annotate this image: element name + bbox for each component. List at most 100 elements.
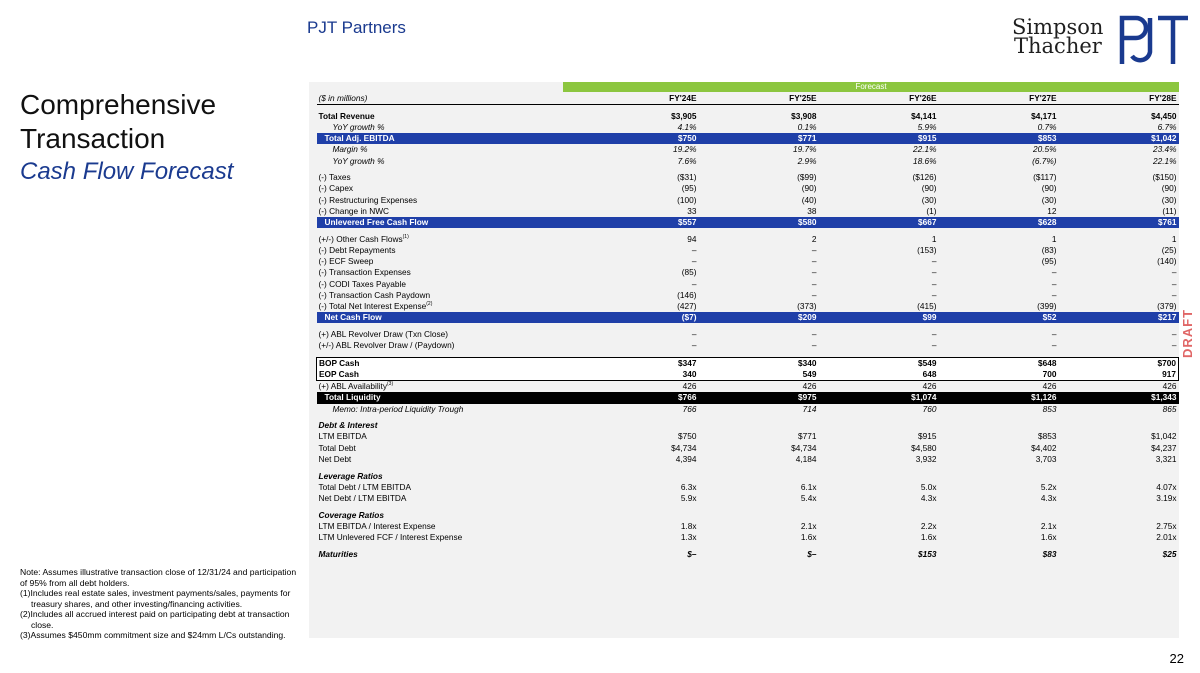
row-label-text: (+/-) Other Cash Flows <box>318 233 403 244</box>
row-label: (-) Capex <box>317 183 579 194</box>
value-cell: $25 <box>1162 548 1177 559</box>
value-cell: 426 <box>1162 381 1177 392</box>
value-cell: 22.1% <box>912 144 937 155</box>
value-cell: ($99) <box>797 172 817 183</box>
value-cell: ($126) <box>912 172 937 183</box>
value-cell: 3,321 <box>1155 453 1177 464</box>
row-label: (-) Debt Repayments <box>317 245 579 256</box>
value-cell: $4,580 <box>911 442 937 453</box>
value-cell: (85) <box>681 267 697 278</box>
row-label-text: Total Debt / LTM EBITDA <box>318 481 412 492</box>
value-cell: – <box>1171 278 1177 289</box>
value-cell: $99 <box>818 312 939 324</box>
value-cell: – <box>811 278 817 289</box>
value-cell: $915 <box>918 431 937 442</box>
table-row: (+) ABL Revolver Draw (Txn Close) – – – – – <box>317 329 1179 340</box>
value-cell: $1,074 <box>818 392 939 404</box>
value-cell: 2.01x <box>1156 532 1177 543</box>
row-label-text: LTM EBITDA <box>318 431 367 442</box>
row-label-text: Net Cash Flow <box>324 312 382 323</box>
table-row: Net Debt 4,394 4,184 3,932 3,703 3,321 <box>317 454 1179 465</box>
table-row: Total Debt $4,734 $4,734 $4,580 $4,402 $4,237 <box>317 443 1179 454</box>
value-cell: 12 <box>1047 205 1057 216</box>
value-cell: $648 <box>938 356 1059 369</box>
value-cell: (415) <box>917 300 937 311</box>
value-cell: 426 <box>802 381 817 392</box>
row-label: (-) Transaction Expenses <box>317 267 579 278</box>
value-cell: – <box>931 256 937 267</box>
value-cell: 5.4x <box>800 493 817 503</box>
value-cell: $4,402 <box>1031 442 1057 453</box>
value-cell <box>579 420 699 431</box>
row-label-text: YoY growth % <box>332 155 385 166</box>
value-cell: 2.2x <box>920 520 937 531</box>
page-subtitle: Cash Flow Forecast <box>20 158 234 185</box>
footnote-marker: (1) <box>402 233 409 240</box>
value-cell: – <box>931 267 937 278</box>
table-row: Maturities $– $– $153 $83 $25 <box>317 549 1179 560</box>
value-cell <box>579 471 699 482</box>
cash-flow-table: ($ in millions) FY'24E FY'25E FY'26E FY'27E F… <box>316 93 1179 560</box>
value-cell: $4,237 <box>1151 442 1177 453</box>
table-row: LTM EBITDA / Interest Expense 1.8x 2.1x 2.2… <box>317 521 1179 532</box>
value-cell: $549 <box>818 356 939 369</box>
row-label-text: YoY growth % <box>332 121 385 132</box>
value-cell <box>939 420 1059 431</box>
row-label-text: Margin % <box>332 144 368 155</box>
value-cell: $700 <box>1058 356 1179 369</box>
value-cell: (30) <box>1161 194 1177 205</box>
units-label: ($ in millions) <box>316 93 579 106</box>
table-header-row: ($ in millions) FY'24E FY'25E FY'26E FY'27E F… <box>316 93 1179 106</box>
value-cell: 426 <box>1042 381 1057 392</box>
row-label-text: (-) Capex <box>318 183 354 194</box>
value-cell: $750 <box>578 133 699 145</box>
row-label: Leverage Ratios <box>317 471 579 482</box>
value-cell: 7.6% <box>677 155 697 166</box>
value-cell: 2.9% <box>797 155 817 166</box>
footnotes: Note: Assumes illustrative transaction c… <box>20 567 300 641</box>
value-cell: 2.1x <box>800 520 817 531</box>
row-label: Memo: Intra-period Liquidity Trough <box>317 404 579 415</box>
value-cell <box>699 420 819 431</box>
value-cell: – <box>811 244 817 255</box>
value-cell: 2.1x <box>1040 520 1057 531</box>
row-label: Total Adj. EBITDA <box>316 133 579 145</box>
column-header: FY'24E <box>578 93 699 106</box>
logo-line-2: Thacher <box>1014 34 1102 58</box>
value-cell: $628 <box>938 217 1059 229</box>
row-label: EOP Cash <box>316 368 579 382</box>
value-cell: (146) <box>677 289 697 300</box>
value-cell: 1.6x <box>800 532 817 543</box>
value-cell: – <box>691 278 697 289</box>
value-cell: – <box>1051 278 1057 289</box>
row-label-text: (-) ECF Sweep <box>318 256 374 267</box>
value-cell: 4.07x <box>1156 481 1177 492</box>
table-row: (-) Transaction Expenses (85) – – – – <box>317 267 1179 278</box>
value-cell: 4.1% <box>677 121 697 132</box>
row-label-text: Total Revenue <box>318 110 375 121</box>
value-cell: 1.6x <box>920 532 937 543</box>
row-label: (+) ABL Availability(3) <box>317 381 579 393</box>
value-cell: 4.3x <box>920 493 937 503</box>
row-label: Maturities <box>317 549 579 560</box>
table-row: (-) Total Net Interest Expense(2) (427) (3… <box>317 301 1179 312</box>
row-label: Total Debt <box>317 443 579 454</box>
row-label-text: Total Debt <box>318 442 356 453</box>
value-cell: 917 <box>1058 368 1179 382</box>
value-cell: 33 <box>687 205 697 216</box>
table-row: BOP Cash $347 $340 $549 $648 $700 <box>316 356 1179 369</box>
value-cell: – <box>691 244 697 255</box>
value-cell: 20.5% <box>1032 144 1057 155</box>
value-cell: 5.2x <box>1040 481 1057 492</box>
value-cell: (6.7%) <box>1032 155 1057 166</box>
value-cell: $3,908 <box>791 110 817 121</box>
table-row: Total Revenue $3,905 $3,908 $4,141 $4,171 $4,… <box>317 111 1179 122</box>
row-label-text: LTM Unlevered FCF / Interest Expense <box>318 532 463 543</box>
table-row: Debt & Interest <box>317 420 1179 431</box>
table-row: YoY growth % 4.1% 0.1% 5.9% 0.7% 6.7% <box>317 122 1179 133</box>
row-label-text: EOP Cash <box>319 368 359 379</box>
value-cell: – <box>1171 289 1177 300</box>
value-cell: (40) <box>801 194 817 205</box>
value-cell: ($31) <box>677 172 697 183</box>
value-cell: 714 <box>802 403 817 414</box>
